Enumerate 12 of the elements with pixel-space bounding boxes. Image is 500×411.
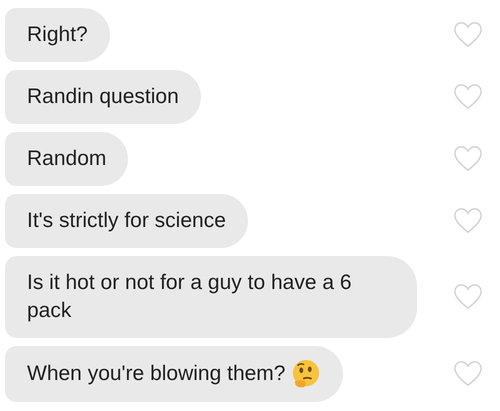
heart-icon[interactable] [453,283,483,311]
heart-icon[interactable] [453,21,483,49]
message-text: Random [27,146,106,172]
message-text: Right? [27,22,88,48]
heart-icon[interactable] [453,145,483,173]
message-text: It's strictly for science [27,208,226,234]
heart-icon[interactable] [453,360,483,388]
message-text: When you're blowing them? [27,361,286,387]
message-text: Is it hot or not for a guy to have a 6 pack [27,270,353,324]
heart-icon[interactable] [453,207,483,235]
message-text: Randin question [27,84,179,110]
heart-icon[interactable] [453,83,483,111]
